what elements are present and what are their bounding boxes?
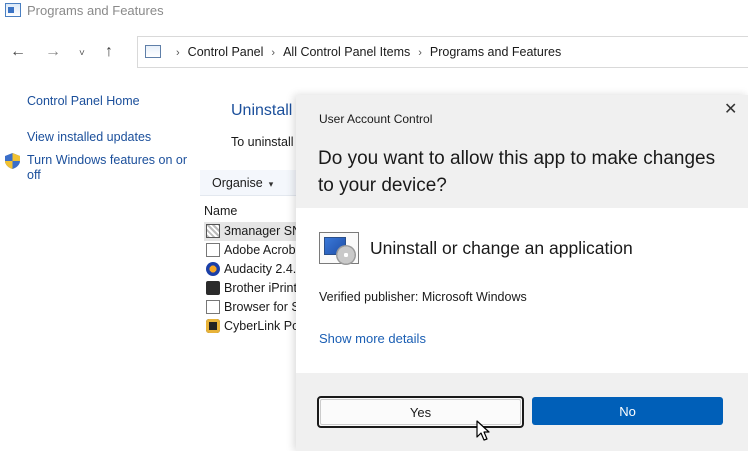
sidebar-link-home[interactable]: Control Panel Home — [27, 94, 140, 109]
uac-question: Do you want to allow this app to make ch… — [318, 148, 716, 196]
breadcrumb-programs-features[interactable]: Programs and Features — [430, 45, 561, 59]
page-instructions: To uninstall — [231, 135, 294, 149]
adobe-document-icon — [206, 243, 220, 257]
list-item[interactable]: CyberLink Po — [204, 317, 300, 336]
up-arrow-icon[interactable]: ↑ — [105, 42, 113, 62]
brother-printer-icon — [206, 281, 220, 295]
uac-dialog: User Account Control ✕ Do you want to al… — [296, 95, 748, 451]
breadcrumb-all-items[interactable]: All Control Panel Items — [283, 45, 410, 59]
navigation-bar: ← → ˅ ↑ › Control Panel › All Control Panel… — [0, 36, 748, 68]
breadcrumb-control-panel[interactable]: Control Panel — [188, 45, 264, 59]
control-panel-location-icon — [145, 45, 161, 58]
sidebar-link-windows-features[interactable]: Turn Windows features on or off — [27, 153, 192, 183]
list-item[interactable]: Adobe Acrob — [204, 241, 300, 260]
breadcrumb-separator-icon[interactable]: › — [271, 47, 275, 59]
yes-button[interactable]: Yes — [317, 396, 524, 428]
recent-locations-chevron-icon[interactable]: ˅ — [79, 44, 85, 64]
breadcrumb-separator-icon[interactable]: › — [176, 47, 180, 59]
column-header-name[interactable]: Name — [204, 204, 237, 218]
uac-publisher: Verified publisher: Microsoft Windows — [319, 290, 527, 304]
forward-arrow-icon[interactable]: → — [45, 42, 61, 62]
command-toolbar: Organise ▾ — [200, 170, 300, 196]
browser-document-icon — [206, 300, 220, 314]
no-button[interactable]: No — [532, 397, 723, 425]
show-more-details-link[interactable]: Show more details — [319, 331, 426, 346]
breadcrumb: › Control Panel › All Control Panel Items › P… — [168, 45, 561, 59]
uninstall-program-icon — [319, 232, 359, 265]
program-list: 3manager SN Adobe Acrob Audacity 2.4.2 B… — [204, 222, 300, 336]
list-item[interactable]: 3manager SN — [204, 222, 300, 241]
audacity-icon — [206, 262, 220, 276]
title-bar: Programs and Features — [0, 0, 748, 24]
control-panel-icon — [5, 3, 21, 17]
chevron-down-icon: ▾ — [268, 179, 274, 189]
uac-shield-icon — [5, 153, 20, 169]
uac-button-bar: Yes No — [296, 373, 748, 451]
breadcrumb-separator-icon[interactable]: › — [418, 47, 422, 59]
list-item[interactable]: Brother iPrint — [204, 279, 300, 298]
window-title: Programs and Features — [27, 3, 164, 18]
cyberlink-icon — [206, 319, 220, 333]
list-item[interactable]: Browser for SC — [204, 298, 300, 317]
uac-app-name: Uninstall or change an application — [370, 238, 633, 258]
organise-button[interactable]: Organise ▾ — [212, 176, 273, 190]
close-icon[interactable]: ✕ — [724, 101, 737, 119]
uac-header: User Account Control ✕ Do you want to al… — [296, 95, 748, 208]
list-item[interactable]: Audacity 2.4.2 — [204, 260, 300, 279]
page-heading: Uninstall — [231, 102, 293, 119]
address-bar[interactable]: › Control Panel › All Control Panel Items › P… — [137, 36, 748, 68]
uac-dialog-label: User Account Control — [319, 112, 433, 126]
3manager-icon — [206, 224, 220, 238]
sidebar-link-installed-updates[interactable]: View installed updates — [27, 130, 151, 145]
mouse-pointer-icon — [476, 420, 490, 441]
back-arrow-icon[interactable]: ← — [10, 42, 26, 62]
